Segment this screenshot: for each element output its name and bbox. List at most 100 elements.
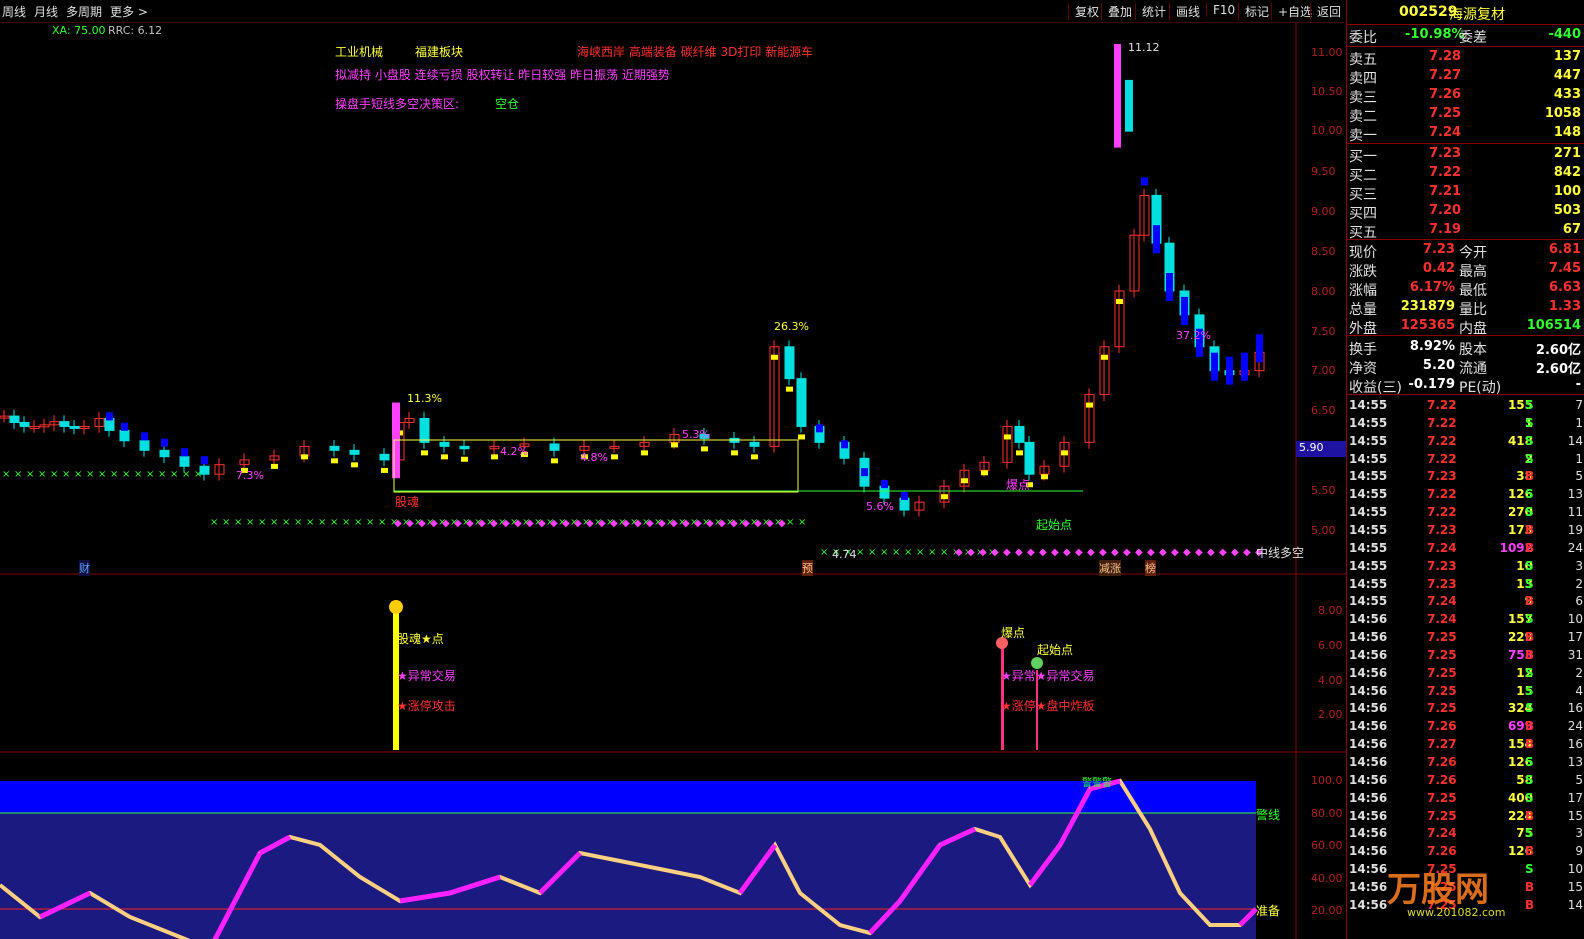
toolbar-mark[interactable]: 标记 <box>1238 3 1269 20</box>
trend-bar <box>701 446 708 452</box>
tick-row: 14:56 7.25 753 B 31 <box>1349 647 1583 662</box>
marker-diamond: ◆ <box>1147 547 1155 558</box>
ask-row[interactable]: 卖五 7.28 137 <box>1347 48 1584 68</box>
trend-bar <box>1241 352 1248 381</box>
marker-cross: × <box>318 517 326 528</box>
trend-bar <box>551 458 558 464</box>
marker-diamond: ◆ <box>991 547 999 558</box>
trend-bar <box>1086 402 1093 408</box>
toolbar-fuquan[interactable]: 复权 <box>1068 3 1099 20</box>
price-axis-tick: 7.00 <box>1311 364 1336 377</box>
cai-badge[interactable]: 财 <box>79 560 90 576</box>
trend-bar <box>271 463 278 469</box>
marker-cross: × <box>86 469 94 480</box>
marker-cross: × <box>940 547 948 558</box>
candles-group <box>0 44 1265 517</box>
bid-row[interactable]: 买四 7.20 503 <box>1347 202 1584 222</box>
marker-cross: × <box>194 469 202 480</box>
candle <box>439 441 450 447</box>
kline-chart[interactable]: × × × × × × × × × × × × × × × × × × × × × × × × × × × × × × × × × × × × × × × ×… <box>0 22 1346 939</box>
tick-row: 14:56 7.26 126 S 13 <box>1349 755 1583 769</box>
marker-cross: × <box>786 517 794 528</box>
marker-diamond: ◆ <box>442 518 450 529</box>
marker-diamond: ◆ <box>598 518 606 529</box>
signal-ball-icon <box>389 600 403 614</box>
trend-bar <box>1016 450 1023 456</box>
marker-cross: × <box>342 517 350 528</box>
candle <box>1125 79 1133 132</box>
trend-bar <box>901 492 908 501</box>
marker-diamond: ◆ <box>502 518 510 529</box>
tick-row: 14:56 7.24 157 S 10 <box>1349 612 1583 627</box>
marker-diamond: ◆ <box>1099 547 1107 558</box>
price-axis-tick: 8.50 <box>1311 245 1336 258</box>
marker-diamond: ◆ <box>742 518 750 529</box>
yu-badge[interactable]: 预 <box>802 560 813 576</box>
osc-high-zone <box>0 781 1256 813</box>
marker-diamond: ◆ <box>514 518 522 529</box>
lower-yichang: ★异常交易 <box>397 669 456 683</box>
bid-row[interactable]: 买三 7.21 100 <box>1347 183 1584 203</box>
jianzhang-badge[interactable]: 减涨 <box>1099 560 1121 576</box>
toolbar-draw[interactable]: 画线 <box>1169 3 1200 20</box>
mid-axis-tick: 8.00 <box>1318 604 1343 617</box>
toolbar-weekly[interactable]: 周线 <box>2 3 26 20</box>
marker-cross: × <box>50 469 58 480</box>
price-axis-tick: 6.50 <box>1311 404 1336 417</box>
ask-row[interactable]: 卖一 7.24 148 <box>1347 124 1584 144</box>
toolbar-monthly[interactable]: 月线 <box>34 3 58 20</box>
ask-row[interactable]: 卖四 7.27 447 <box>1347 67 1584 87</box>
trend-bar <box>141 432 148 441</box>
trend-bar <box>201 456 208 465</box>
trend-bar <box>881 480 888 489</box>
marker-diamond: ◆ <box>406 518 414 529</box>
high-price-label: 11.12 <box>1128 41 1160 54</box>
candle <box>119 429 130 442</box>
toolbar-more[interactable]: 更多 > <box>110 3 148 20</box>
tick-row: 14:55 7.23 13 S 2 <box>1349 576 1583 591</box>
marker-cross: × <box>222 517 230 528</box>
marker-diamond: ◆ <box>394 518 402 529</box>
candle <box>19 421 30 427</box>
bid-row[interactable]: 买二 7.22 842 <box>1347 164 1584 184</box>
toolbar-stats[interactable]: 统计 <box>1135 3 1166 20</box>
trend-bar <box>941 494 948 500</box>
toolbar-back[interactable]: 返回 <box>1310 3 1341 20</box>
tick-row: 14:56 7.25 15 S 4 <box>1349 683 1583 698</box>
marker-cross: × <box>234 517 242 528</box>
marker-cross: × <box>62 469 70 480</box>
bid-row[interactable]: 买一 7.23 271 <box>1347 145 1584 165</box>
price-axis-tick: 11.00 <box>1311 46 1343 59</box>
tick-row: 14:56 7.26 126 B 9 <box>1349 844 1583 859</box>
tick-row: 14:56 7.27 154 B 16 <box>1349 737 1583 752</box>
pct-label: 26.3% <box>774 320 809 333</box>
bid-row[interactable]: 买五 7.19 67 <box>1347 221 1584 241</box>
toolbar-multi-period[interactable]: 多周期 <box>66 3 102 20</box>
toolbar-f10[interactable]: F10 <box>1206 3 1235 17</box>
marker-cross: × <box>210 517 218 528</box>
lower-yichang2: ★异常★异常交易 <box>1001 669 1095 683</box>
indicator-xa: XA: 75.00 <box>52 24 106 37</box>
trend-bar <box>751 454 758 460</box>
marker-cross: × <box>14 469 22 480</box>
trend-bar <box>1226 356 1233 385</box>
candle <box>179 456 190 467</box>
candle-limit-up <box>1114 44 1121 148</box>
marker-diamond: ◆ <box>730 518 738 529</box>
toolbar-overlay[interactable]: 叠加 <box>1101 3 1132 20</box>
trend-bar <box>981 470 988 476</box>
price-axis-tick: 7.50 <box>1311 325 1336 338</box>
marker-diamond: ◆ <box>538 518 546 529</box>
marker-diamond: ◆ <box>1219 547 1227 558</box>
osc-axis-tick: 40.00 <box>1311 872 1343 885</box>
tick-row: 14:56 7.25 229 B 17 <box>1349 630 1583 645</box>
marker-cross: × <box>74 469 82 480</box>
candle <box>349 449 360 455</box>
toolbar-add-watchlist[interactable]: +自选 <box>1271 3 1312 20</box>
ask-row[interactable]: 卖三 7.26 433 <box>1347 86 1584 106</box>
tick-row: 14:55 7.23 173 B 19 <box>1349 522 1583 537</box>
candle <box>419 417 430 443</box>
bang-badge[interactable]: 榜 <box>1145 560 1156 576</box>
marker-diamond: ◆ <box>646 518 654 529</box>
ask-row[interactable]: 卖二 7.25 1058 <box>1347 105 1584 125</box>
